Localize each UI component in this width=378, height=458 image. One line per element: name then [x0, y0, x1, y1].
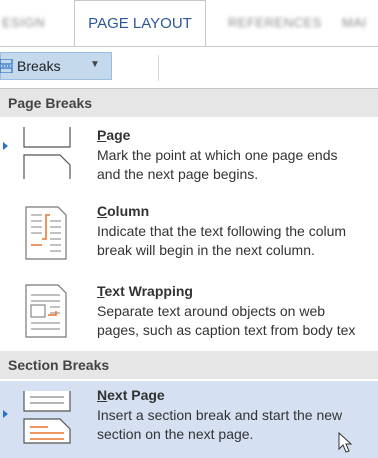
- menu-item-text-wrapping[interactable]: Text Wrapping Separate text around objec…: [0, 277, 378, 347]
- breaks-button[interactable]: Breaks ▼: [0, 52, 112, 80]
- ribbon-divider: [158, 55, 159, 81]
- tab-references[interactable]: REFERENCES: [228, 0, 322, 46]
- selection-marker-icon: [3, 410, 8, 418]
- text-wrapping-icon: [25, 284, 67, 338]
- menu-item-column[interactable]: Column Indicate that the text following …: [0, 197, 378, 269]
- page-break-icon: [23, 127, 71, 179]
- menu-item-title: Next Page: [97, 387, 165, 403]
- tab-page-layout[interactable]: PAGE LAYOUT: [74, 0, 206, 47]
- next-page-section-icon: [23, 391, 71, 444]
- mouse-cursor-icon: [338, 432, 353, 453]
- menu-item-title: Text Wrapping: [97, 283, 193, 299]
- caret-down-icon: ▼: [90, 59, 100, 70]
- section-breaks-header: Section Breaks: [0, 351, 378, 379]
- menu-item-description: Indicate that the text following the col…: [97, 223, 347, 258]
- page-breaks-header: Page Breaks: [0, 89, 378, 117]
- menu-item-description: Mark the point at which one page ends an…: [97, 147, 338, 182]
- menu-item-next-page[interactable]: Next Page Insert a section break and sta…: [0, 381, 378, 458]
- menu-item-title: Column: [97, 203, 150, 219]
- page-break-icon: [0, 59, 13, 73]
- menu-item-page[interactable]: Page Mark the point at which one page en…: [0, 119, 378, 187]
- ribbon-tab-bar: ESIGN PAGE LAYOUT REFERENCES MAI: [0, 0, 378, 47]
- breaks-label: Breaks: [17, 58, 61, 74]
- ribbon-toolbar: Breaks ▼: [0, 46, 378, 88]
- column-break-icon: [25, 206, 67, 260]
- tab-design[interactable]: ESIGN: [2, 0, 45, 46]
- selection-marker-icon: [3, 142, 8, 150]
- menu-item-description: Insert a section break and start the new…: [97, 407, 343, 442]
- menu-item-description: Separate text around objects on web page…: [97, 303, 356, 338]
- menu-item-title: Page: [97, 127, 131, 143]
- breaks-dropdown-menu: Page Breaks Page Mark the point at which…: [0, 88, 378, 458]
- tab-mailings[interactable]: MAI: [342, 0, 367, 46]
